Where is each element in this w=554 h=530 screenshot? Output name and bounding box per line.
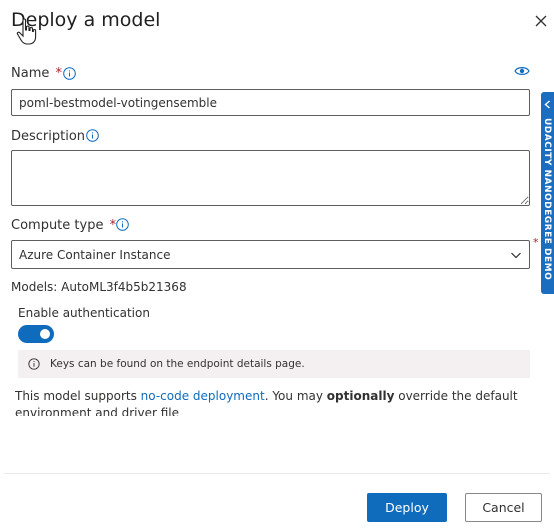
close-icon[interactable] (534, 14, 548, 28)
footer-divider (4, 473, 550, 474)
required-mark: * (55, 66, 63, 81)
support-prefix: This model supports (15, 389, 141, 403)
enable-authentication-toggle[interactable] (18, 325, 54, 343)
info-icon[interactable] (86, 129, 99, 142)
info-icon (28, 358, 40, 370)
name-label-text: Name (11, 66, 50, 81)
description-label: Description (11, 129, 86, 144)
chevron-left-icon (544, 100, 550, 109)
compute-type-label-text: Compute type (11, 218, 104, 233)
toggle-knob (40, 329, 50, 339)
name-label: Name * (11, 66, 62, 81)
support-text: This model supports no-code deployment. … (15, 388, 525, 416)
side-tab[interactable]: UDACITY NANODEGREE DEMO (541, 92, 554, 294)
compute-type-label: Compute type * (11, 218, 116, 233)
name-input[interactable] (11, 89, 530, 116)
support-mid: . You may (264, 389, 327, 403)
support-bold: optionally (326, 389, 395, 403)
side-tab-label: UDACITY NANODEGREE DEMO (542, 118, 552, 281)
compute-type-value: Azure Container Instance (19, 247, 171, 262)
description-field[interactable] (11, 150, 530, 206)
models-text: Models: AutoML3f4b5b21368 (11, 280, 187, 294)
hand-cursor-icon (16, 18, 37, 45)
deploy-button[interactable]: Deploy (367, 493, 447, 522)
eye-icon[interactable] (514, 65, 530, 77)
enable-authentication-label: Enable authentication (18, 306, 150, 320)
chevron-down-icon (511, 252, 521, 259)
info-icon[interactable] (116, 218, 129, 231)
auth-info-note: Keys can be found on the endpoint detail… (18, 350, 530, 378)
no-code-deployment-link[interactable]: no-code deployment (141, 389, 265, 403)
compute-type-dropdown[interactable]: Azure Container Instance (11, 240, 530, 269)
info-icon[interactable] (63, 67, 76, 80)
auth-info-text: Keys can be found on the endpoint detail… (50, 358, 305, 370)
cancel-button[interactable]: Cancel (465, 493, 542, 522)
required-mark: * (533, 236, 539, 249)
